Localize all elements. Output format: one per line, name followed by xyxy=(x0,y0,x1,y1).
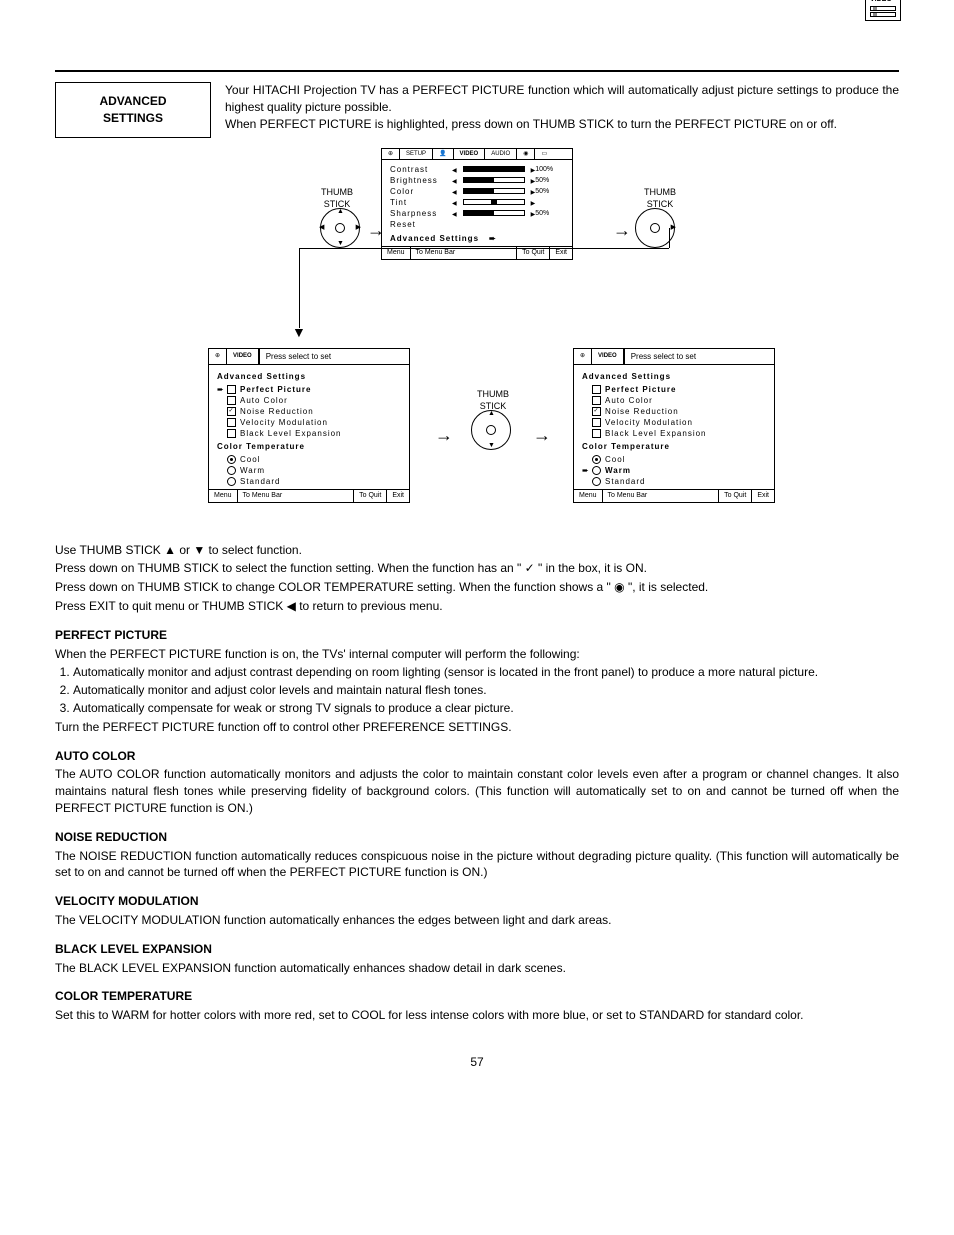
arrow-down-icon: ▼ xyxy=(292,323,306,343)
noise-reduction-section: NOISE REDUCTION The NOISE REDUCTION func… xyxy=(55,829,899,881)
section-title-box: ADVANCED SETTINGS xyxy=(55,82,211,138)
arrow-icon: → xyxy=(533,423,551,448)
page-number: 57 xyxy=(55,1054,899,1071)
arrow-icon: → xyxy=(435,423,453,448)
arrow-icon: → xyxy=(367,218,385,243)
velocity-modulation-section: VELOCITY MODULATION The VELOCITY MODULAT… xyxy=(55,893,899,929)
thumbstick-label-right: THUMB STICK xyxy=(630,186,690,211)
black-level-section: BLACK LEVEL EXPANSION The BLACK LEVEL EX… xyxy=(55,941,899,977)
perfect-picture-section: PERFECT PICTURE When the PERFECT PICTURE… xyxy=(55,627,899,736)
top-rule xyxy=(55,70,899,72)
corner-video-icon: VIDEO xyxy=(865,0,901,21)
arrow-icon: → xyxy=(613,218,631,243)
osd-left: ⊕ VIDEO Press select to set Advanced Set… xyxy=(208,348,410,503)
thumbstick-left-icon: ▲▼ ◀▶ xyxy=(320,208,360,248)
color-temperature-section: COLOR TEMPERATURE Set this to WARM for h… xyxy=(55,988,899,1024)
section-head: ADVANCED SETTINGS Your HITACHI Projectio… xyxy=(55,82,899,138)
auto-color-section: AUTO COLOR The AUTO COLOR function autom… xyxy=(55,748,899,817)
thumbstick-middle-icon: ▲▼ xyxy=(471,410,511,450)
osd-main-tabs: ⊕ SETUP 👤 VIDEO AUDIO ◉ ▭ xyxy=(382,149,572,160)
osd-right: ⊕ VIDEO Press select to set Advanced Set… xyxy=(573,348,775,503)
diagram-area: ⊕ SETUP 👤 VIDEO AUDIO ◉ ▭ Contrast100% B… xyxy=(55,148,899,528)
instructions-block: Use THUMB STICK ▲ or ▼ to select functio… xyxy=(55,542,899,615)
osd-main-body: Contrast100% Brightness50% Color50% Tint… xyxy=(382,160,572,246)
intro-paragraphs: Your HITACHI Projection TV has a PERFECT… xyxy=(211,82,899,138)
osd-main: ⊕ SETUP 👤 VIDEO AUDIO ◉ ▭ Contrast100% B… xyxy=(381,148,573,260)
